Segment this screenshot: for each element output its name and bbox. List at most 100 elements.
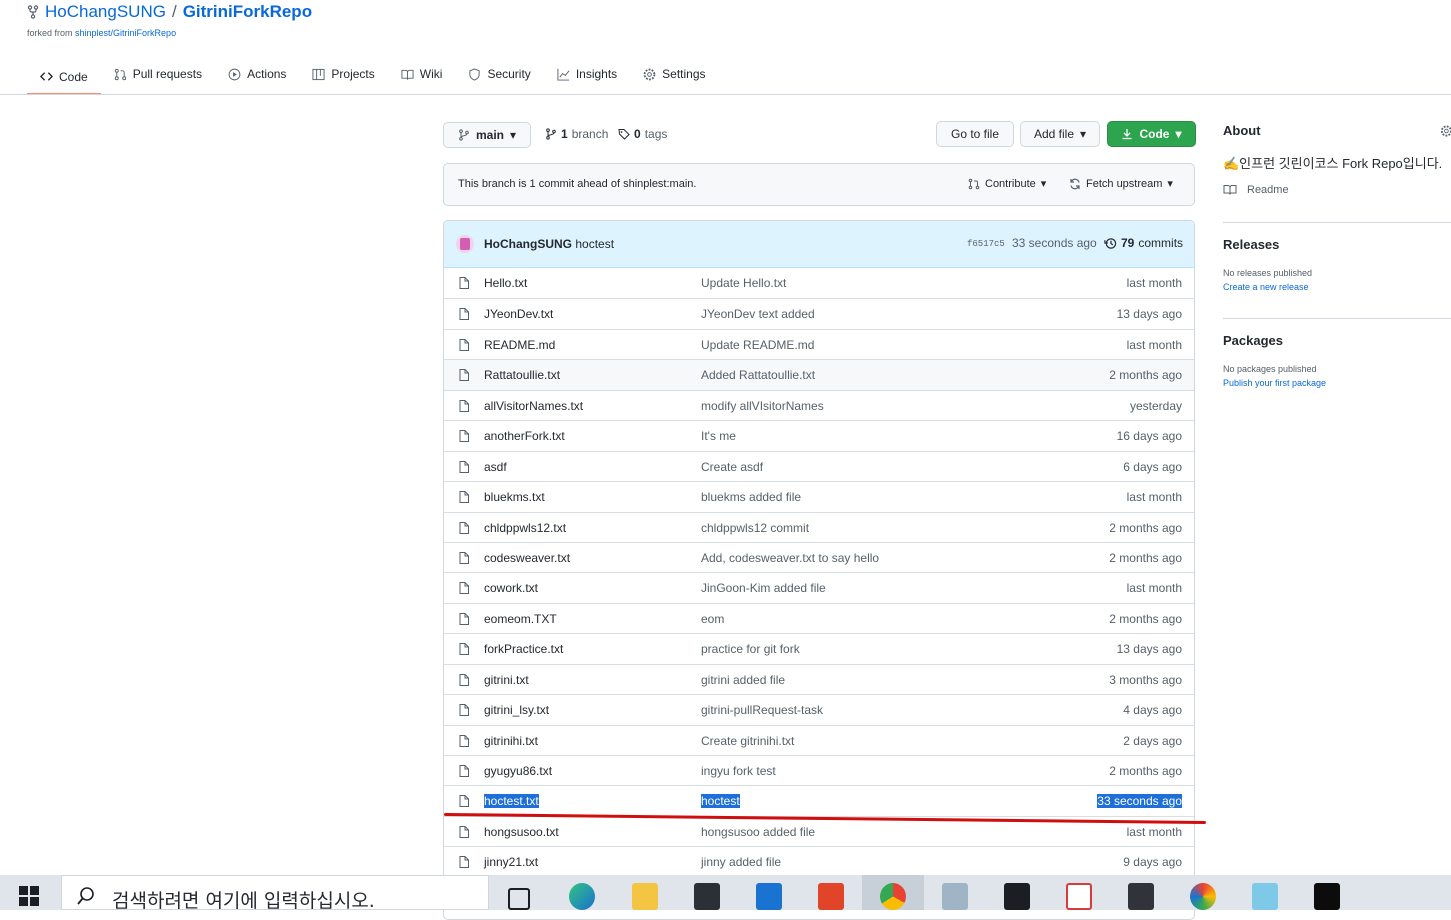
file-commit-message-link[interactable]: hoctest: [701, 794, 740, 809]
add-file-button[interactable]: Add file ▾: [1020, 121, 1100, 147]
file-commit-message-link[interactable]: gitrini-pullRequest-task: [701, 703, 823, 717]
file-row[interactable]: JYeonDev.txt JYeonDev text added 13 days a…: [444, 298, 1194, 328]
branch-count-link[interactable]: 1 branch: [545, 127, 608, 141]
chrome-icon[interactable]: [880, 883, 906, 910]
file-row[interactable]: allVisitorNames.txt modify allVIsitorName…: [444, 389, 1194, 420]
file-commit-message-link[interactable]: hongsusoo added file: [701, 825, 815, 839]
file-row[interactable]: anotherFork.txt It's me 16 days ago: [444, 420, 1194, 450]
store-icon[interactable]: [694, 883, 720, 910]
terminal-icon[interactable]: [1314, 883, 1340, 910]
file-row[interactable]: gitrini_lsy.txt gitrini-pullRequest-task 4…: [444, 694, 1194, 724]
tab-wiki[interactable]: Wiki: [388, 60, 456, 88]
repo-name-link[interactable]: GitriniForkRepo: [183, 2, 312, 22]
code-button[interactable]: Code ▾: [1107, 121, 1196, 147]
file-commit-message-link[interactable]: JinGoon-Kim added file: [701, 581, 826, 595]
file-name-link[interactable]: forkPractice.txt: [484, 642, 563, 656]
file-name-link[interactable]: README.md: [484, 338, 555, 352]
taskbar-search-input[interactable]: 검색하려면 여기에 입력하십시오.: [61, 875, 489, 912]
file-row[interactable]: cowork.txt JinGoon-Kim added file last mon…: [444, 572, 1194, 602]
file-commit-message-link[interactable]: Added Rattatoullie.txt: [701, 368, 815, 382]
file-commit-message-link[interactable]: jinny added file: [701, 855, 781, 869]
file-commit-message-link[interactable]: Create gitrinihi.txt: [701, 734, 794, 748]
notepad-icon[interactable]: [1252, 883, 1278, 910]
packages-heading[interactable]: Packages: [1223, 333, 1451, 348]
tag-count-link[interactable]: 0 tags: [618, 127, 667, 141]
file-name-link[interactable]: JYeonDev.txt: [484, 307, 553, 321]
file-row[interactable]: codesweaver.txt Add, codesweaver.txt to s…: [444, 541, 1194, 572]
file-name-link[interactable]: chldppwls12.txt: [484, 521, 566, 535]
file-commit-message-link[interactable]: practice for git fork: [701, 642, 800, 656]
avatar[interactable]: [456, 235, 474, 253]
file-row[interactable]: gyugyu86.txt ingyu fork test 2 months ago: [444, 755, 1194, 785]
file-commit-message-link[interactable]: bluekms added file: [701, 490, 801, 504]
go-to-file-button[interactable]: Go to file: [936, 121, 1014, 147]
file-commit-message-link[interactable]: modify allVIsitorNames: [701, 399, 824, 413]
file-commit-message-link[interactable]: chldppwls12 commit: [701, 521, 809, 535]
file-row[interactable]: chldppwls12.txt chldppwls12 commit 2 month…: [444, 511, 1194, 542]
file-name-link[interactable]: Rattatoullie.txt: [484, 368, 560, 382]
file-name-link[interactable]: codesweaver.txt: [484, 551, 570, 565]
file-commit-message-link[interactable]: JYeonDev text added: [701, 307, 815, 321]
edge-icon[interactable]: [569, 883, 595, 910]
create-release-link[interactable]: Create a new release: [1223, 282, 1451, 292]
file-name-link[interactable]: hongsusoo.txt: [484, 825, 559, 839]
office-icon[interactable]: [818, 883, 844, 910]
tab-code[interactable]: Code: [27, 60, 101, 95]
file-row[interactable]: forkPractice.txt practice for git fork 13 …: [444, 633, 1194, 663]
tab-pull-requests[interactable]: Pull requests: [101, 60, 215, 88]
file-row[interactable]: asdf Create asdf 6 days ago: [444, 450, 1194, 481]
file-name-link[interactable]: gyugyu86.txt: [484, 764, 552, 778]
file-row[interactable]: gitrini.txt gitrini added file 3 months ag…: [444, 663, 1194, 694]
sync-icon[interactable]: [1066, 883, 1092, 910]
readme-link[interactable]: Readme: [1223, 184, 1451, 196]
file-explorer-icon[interactable]: [632, 883, 658, 910]
file-row[interactable]: jinny21.txt jinny added file 9 days ago: [444, 846, 1194, 876]
task-view-icon[interactable]: [508, 888, 530, 910]
file-commit-message-link[interactable]: It's me: [701, 429, 736, 443]
file-name-link[interactable]: gitrini.txt: [484, 673, 529, 687]
file-commit-message-link[interactable]: eom: [701, 612, 724, 626]
commit-sha[interactable]: f6517c5: [967, 239, 1005, 249]
repo-owner-link[interactable]: HoChangSUNG: [45, 2, 166, 22]
mail-icon[interactable]: [756, 883, 782, 910]
fetch-upstream-dropdown[interactable]: Fetch upstream ▾: [1069, 177, 1173, 190]
pycharm-icon[interactable]: [1004, 883, 1030, 910]
file-commit-message-link[interactable]: Add, codesweaver.txt to say hello: [701, 551, 879, 565]
file-commit-message-link[interactable]: Create asdf: [701, 460, 763, 474]
file-commit-message-link[interactable]: ingyu fork test: [701, 764, 776, 778]
commit-author-name[interactable]: HoChangSUNG: [484, 237, 572, 251]
file-commit-message-link[interactable]: gitrini added file: [701, 673, 785, 687]
file-name-link[interactable]: gitrinihi.txt: [484, 734, 538, 748]
file-row[interactable]: hoctest.txt hoctest 33 seconds ago: [444, 785, 1194, 815]
file-row[interactable]: README.md Update README.md last month: [444, 328, 1194, 359]
file-name-link[interactable]: hoctest.txt: [484, 794, 539, 809]
recycle-icon[interactable]: [942, 883, 968, 910]
file-name-link[interactable]: asdf: [484, 460, 507, 474]
tab-settings[interactable]: Settings: [630, 60, 718, 88]
commit-message[interactable]: hoctest: [575, 237, 614, 251]
file-row[interactable]: Hello.txt Update Hello.txt last month: [444, 268, 1194, 298]
publish-package-link[interactable]: Publish your first package: [1223, 378, 1451, 388]
sticky-notes-icon[interactable]: [1128, 883, 1154, 910]
windows-start-icon[interactable]: [18, 885, 40, 907]
tab-security[interactable]: Security: [455, 60, 543, 88]
file-row[interactable]: gitrinihi.txt Create gitrinihi.txt 2 days …: [444, 724, 1194, 755]
file-row[interactable]: Rattatoullie.txt Added Rattatoullie.txt 2 …: [444, 359, 1194, 390]
commit-history-link[interactable]: 79 commits: [1104, 236, 1183, 250]
file-name-link[interactable]: Hello.txt: [484, 276, 527, 290]
file-name-link[interactable]: anotherFork.txt: [484, 429, 565, 443]
file-name-link[interactable]: jinny21.txt: [484, 855, 538, 869]
file-commit-message-link[interactable]: Update Hello.txt: [701, 276, 786, 290]
tab-actions[interactable]: Actions: [215, 60, 299, 88]
file-name-link[interactable]: allVisitorNames.txt: [484, 399, 583, 413]
file-commit-message-link[interactable]: Update README.md: [701, 338, 814, 352]
file-row[interactable]: bluekms.txt bluekms added file last month: [444, 481, 1194, 511]
branch-select-button[interactable]: main ▾: [443, 122, 531, 148]
releases-heading[interactable]: Releases: [1223, 237, 1451, 252]
file-name-link[interactable]: bluekms.txt: [484, 490, 545, 504]
commit-author[interactable]: HoChangSUNG hoctest: [484, 237, 614, 251]
contribute-dropdown[interactable]: Contribute ▾: [968, 177, 1046, 190]
tab-projects[interactable]: Projects: [299, 60, 387, 88]
forked-from-link[interactable]: shinplest/GitriniForkRepo: [75, 28, 176, 38]
tab-insights[interactable]: Insights: [544, 60, 630, 88]
